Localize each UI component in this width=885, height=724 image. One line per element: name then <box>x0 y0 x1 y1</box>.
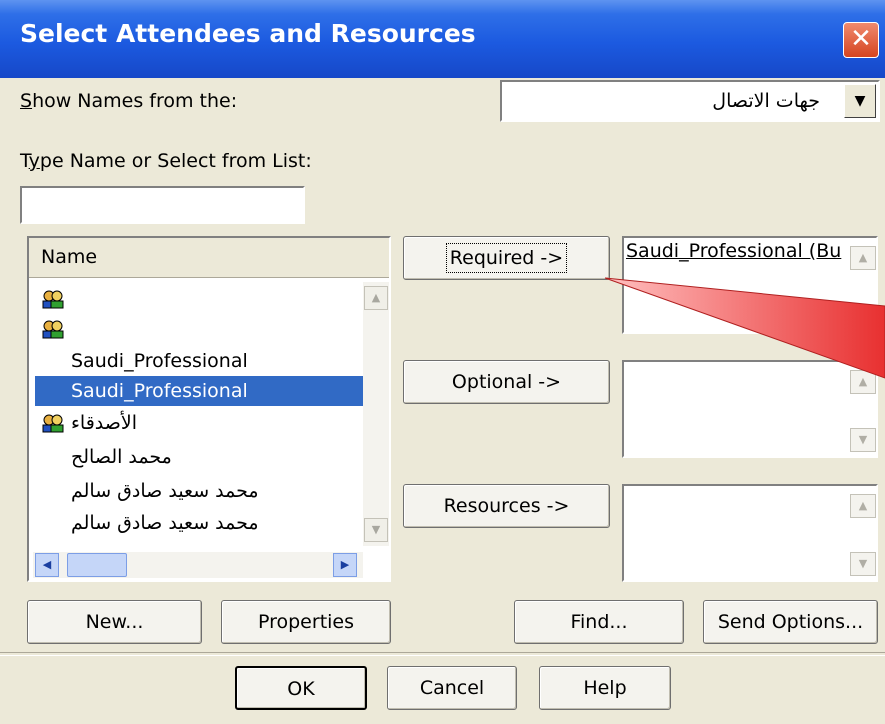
name-list[interactable]: Name Saudi_Professional Saudi_Profession… <box>27 236 391 582</box>
ok-button-label: OK <box>287 678 315 700</box>
contact-group-icon <box>42 290 64 309</box>
title-bar[interactable]: Select Attendees and Resources ✕ <box>0 0 885 78</box>
resources-button[interactable]: Resources -> <box>403 484 610 528</box>
chevron-down-icon[interactable]: ▼ <box>844 84 876 118</box>
scroll-down-icon[interactable]: ▼ <box>364 518 388 542</box>
list-item-text: محمد الصالح <box>71 446 172 468</box>
cancel-button-label: Cancel <box>419 677 485 699</box>
list-item-text: محمد سعيد صادق سالم <box>71 512 259 534</box>
divider <box>0 652 885 656</box>
help-button-label: Help <box>583 677 627 699</box>
list-item-selected[interactable]: Saudi_Professional <box>35 376 363 406</box>
list-item-text: الأصدقاء <box>71 412 138 434</box>
properties-button[interactable]: Properties <box>221 600 391 644</box>
scroll-up-icon[interactable]: ▲ <box>850 246 876 270</box>
list-item-text: Saudi_Professional <box>71 380 248 402</box>
cancel-button[interactable]: Cancel <box>387 666 517 710</box>
show-names-label: Show Names from the: <box>20 90 238 112</box>
list-item[interactable] <box>35 284 363 314</box>
type-name-label: Type Name or Select from List: <box>20 150 312 172</box>
send-options-button-label: Send Options... <box>717 611 864 633</box>
resources-button-label: Resources -> <box>443 495 570 517</box>
scroll-up-icon[interactable]: ▲ <box>850 494 876 518</box>
list-item[interactable] <box>35 314 363 344</box>
new-button[interactable]: New... <box>27 600 202 644</box>
scroll-up-icon[interactable]: ▲ <box>364 286 388 310</box>
type-name-input[interactable] <box>20 186 305 224</box>
address-book-select[interactable]: جهات الاتصال ▼ <box>500 80 880 122</box>
find-button-label: Find... <box>570 611 628 633</box>
contact-group-icon <box>42 414 64 433</box>
dialog-window: Select Attendees and Resources ✕ Show Na… <box>0 0 885 724</box>
list-item-text: محمد سعيد صادق سالم <box>71 480 259 502</box>
required-recipient-value: Saudi_Professional (Bu <box>626 240 842 262</box>
scroll-right-icon[interactable]: ▶ <box>333 553 357 577</box>
name-column-header[interactable]: Name <box>29 238 389 278</box>
ok-button[interactable]: OK <box>235 666 367 710</box>
scroll-thumb[interactable] <box>67 553 127 577</box>
list-item[interactable]: محمد سعيد صادق سالم <box>35 508 363 538</box>
list-item[interactable]: محمد الصالح <box>35 442 363 472</box>
list-vertical-scrollbar[interactable]: ▲ ▼ <box>363 282 389 546</box>
required-button[interactable]: Required -> <box>403 236 610 280</box>
optional-button-label: Optional -> <box>451 371 562 393</box>
send-options-button[interactable]: Send Options... <box>703 600 878 644</box>
scroll-left-icon[interactable]: ◀ <box>35 553 59 577</box>
scroll-down-icon[interactable]: ▼ <box>850 428 876 452</box>
callout-arrow-icon <box>604 277 885 379</box>
find-button[interactable]: Find... <box>514 600 684 644</box>
help-button[interactable]: Help <box>539 666 671 710</box>
close-icon[interactable]: ✕ <box>843 22 879 58</box>
optional-button[interactable]: Optional -> <box>403 360 610 404</box>
properties-button-label: Properties <box>257 611 355 633</box>
list-item[interactable]: الأصدقاء <box>35 408 363 438</box>
list-item[interactable]: Saudi_Professional <box>35 346 363 376</box>
list-horizontal-scrollbar[interactable]: ◀ ▶ <box>33 552 363 578</box>
dialog-title: Select Attendees and Resources <box>20 19 476 48</box>
address-book-value: جهات الاتصال <box>712 90 820 112</box>
show-names-label-text: how Names from the: <box>32 90 238 112</box>
new-button-label: New... <box>85 611 144 633</box>
list-item[interactable]: محمد سعيد صادق سالم <box>35 476 363 506</box>
scroll-down-icon[interactable]: ▼ <box>850 552 876 576</box>
list-item-text: Saudi_Professional <box>71 350 248 372</box>
contact-group-icon <box>42 320 64 339</box>
required-button-label: Required -> <box>445 243 568 273</box>
resources-field[interactable]: ▲ ▼ <box>622 484 878 582</box>
